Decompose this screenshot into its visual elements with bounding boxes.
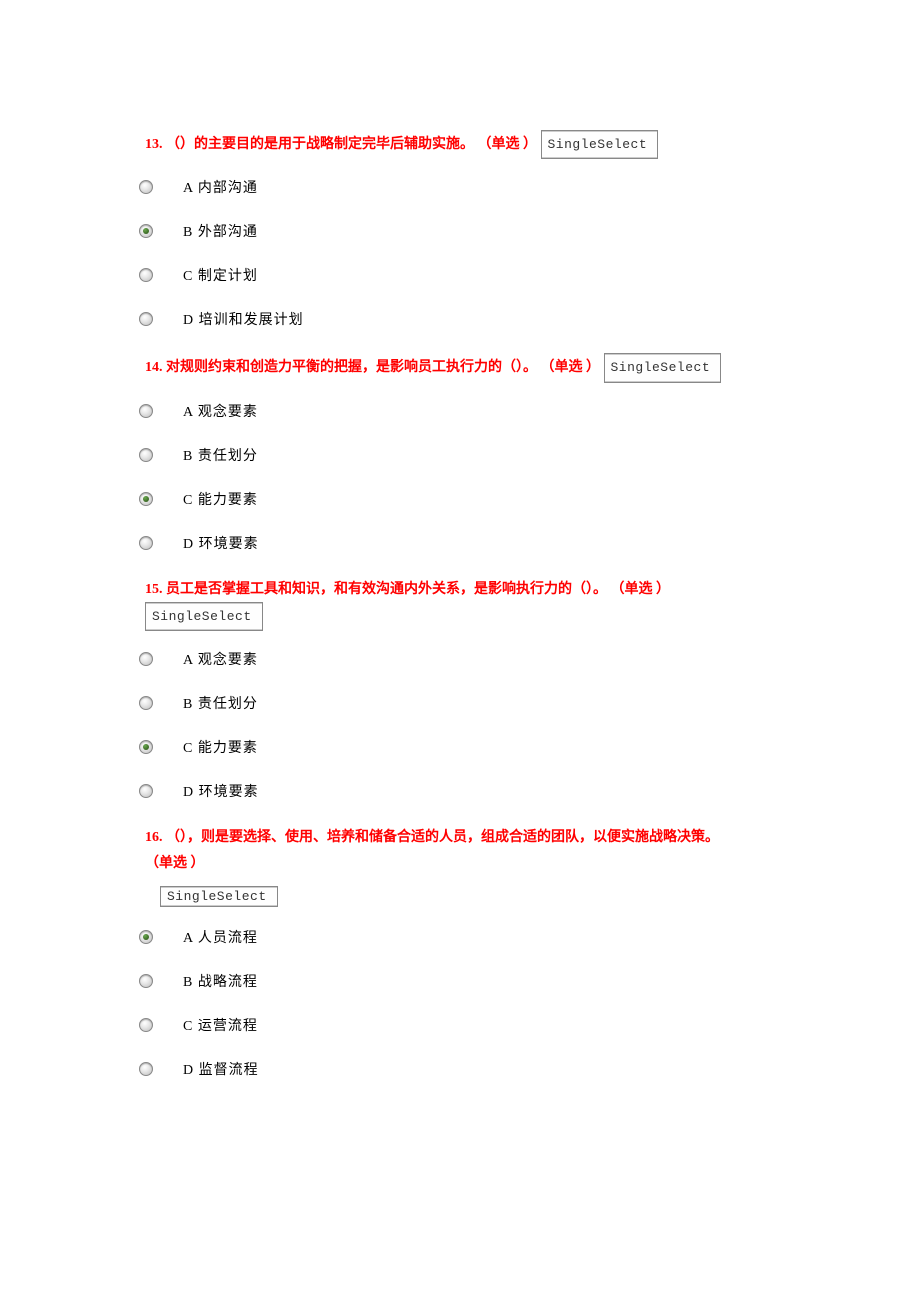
- option-row[interactable]: A 人员流程: [139, 927, 775, 947]
- option-row[interactable]: B 外部沟通: [139, 221, 775, 241]
- option-row[interactable]: D 培训和发展计划: [139, 309, 775, 329]
- option-row[interactable]: A 观念要素: [139, 401, 775, 421]
- option-row[interactable]: D 环境要素: [139, 533, 775, 553]
- question-text: 员工是否掌握工具和知识，和有效沟通内外关系，是影响执行力的（）。: [166, 582, 607, 597]
- question-13: 13. （）的主要目的是用于战略制定完毕后辅助实施。 （单选 ） SingleS…: [145, 130, 775, 329]
- radio-icon[interactable]: [139, 740, 153, 754]
- option-row[interactable]: C 制定计划: [139, 265, 775, 285]
- option-label: A 人员流程: [183, 927, 258, 947]
- question-number: 13.: [145, 137, 163, 152]
- option-label: C 能力要素: [183, 737, 258, 757]
- option-row[interactable]: B 责任划分: [139, 693, 775, 713]
- single-select-tag: SingleSelect: [145, 602, 263, 631]
- option-label: B 战略流程: [183, 971, 258, 991]
- option-label: B 责任划分: [183, 445, 258, 465]
- radio-icon[interactable]: [139, 930, 153, 944]
- option-label: D 环境要素: [183, 533, 259, 553]
- single-select-tag: SingleSelect: [541, 130, 659, 159]
- question-number: 15.: [145, 582, 163, 597]
- option-row[interactable]: A 内部沟通: [139, 177, 775, 197]
- radio-icon[interactable]: [139, 404, 153, 418]
- option-label: C 运营流程: [183, 1015, 258, 1035]
- option-row[interactable]: D 监督流程: [139, 1059, 775, 1079]
- question-text: 对规则约束和创造力平衡的把握，是影响员工执行力的（）。: [166, 360, 537, 375]
- radio-icon[interactable]: [139, 312, 153, 326]
- question-type-label: （单选 ）: [611, 582, 671, 597]
- radio-icon[interactable]: [139, 492, 153, 506]
- option-row[interactable]: B 责任划分: [139, 445, 775, 465]
- radio-icon[interactable]: [139, 974, 153, 988]
- question-type-label: （单选 ）: [541, 360, 601, 375]
- option-row[interactable]: A 观念要素: [139, 649, 775, 669]
- question-number: 14.: [145, 360, 163, 375]
- question-line: 14. 对规则约束和创造力平衡的把握，是影响员工执行力的（）。 （单选 ） Si…: [145, 353, 775, 382]
- radio-icon[interactable]: [139, 268, 153, 282]
- option-label: C 能力要素: [183, 489, 258, 509]
- single-select-tag: SingleSelect: [604, 353, 722, 382]
- radio-icon[interactable]: [139, 784, 153, 798]
- tag-wrap: SingleSelect: [145, 882, 775, 907]
- radio-icon[interactable]: [139, 180, 153, 194]
- radio-icon[interactable]: [139, 224, 153, 238]
- question-14: 14. 对规则约束和创造力平衡的把握，是影响员工执行力的（）。 （单选 ） Si…: [145, 353, 775, 552]
- question-16: 16. （），则是要选择、使用、培养和储备合适的人员，组成合适的团队，以便实施战…: [145, 825, 775, 1078]
- question-line: 15. 员工是否掌握工具和知识，和有效沟通内外关系，是影响执行力的（）。 （单选…: [145, 577, 775, 632]
- question-line: 13. （）的主要目的是用于战略制定完毕后辅助实施。 （单选 ） SingleS…: [145, 130, 775, 159]
- question-number: 16.: [145, 830, 163, 845]
- option-label: D 环境要素: [183, 781, 259, 801]
- option-row[interactable]: C 运营流程: [139, 1015, 775, 1035]
- radio-icon[interactable]: [139, 536, 153, 550]
- option-label: B 责任划分: [183, 693, 258, 713]
- single-select-tag: SingleSelect: [160, 886, 278, 907]
- option-label: D 培训和发展计划: [183, 309, 304, 329]
- question-type-label: （单选 ）: [478, 137, 538, 152]
- radio-icon[interactable]: [139, 696, 153, 710]
- option-label: A 观念要素: [183, 401, 258, 421]
- question-line: 16. （），则是要选择、使用、培养和储备合适的人员，组成合适的团队，以便实施战…: [145, 825, 775, 875]
- option-row[interactable]: C 能力要素: [139, 489, 775, 509]
- option-label: A 观念要素: [183, 649, 258, 669]
- radio-icon[interactable]: [139, 652, 153, 666]
- question-text: （），则是要选择、使用、培养和储备合适的人员，组成合适的团队，以便实施战略决策。: [166, 830, 719, 845]
- option-label: A 内部沟通: [183, 177, 258, 197]
- option-row[interactable]: B 战略流程: [139, 971, 775, 991]
- option-label: B 外部沟通: [183, 221, 258, 241]
- option-label: C 制定计划: [183, 265, 258, 285]
- radio-icon[interactable]: [139, 448, 153, 462]
- question-15: 15. 员工是否掌握工具和知识，和有效沟通内外关系，是影响执行力的（）。 （单选…: [145, 577, 775, 802]
- question-type-label: （单选 ）: [145, 856, 205, 871]
- radio-icon[interactable]: [139, 1018, 153, 1032]
- option-row[interactable]: C 能力要素: [139, 737, 775, 757]
- radio-icon[interactable]: [139, 1062, 153, 1076]
- option-row[interactable]: D 环境要素: [139, 781, 775, 801]
- option-label: D 监督流程: [183, 1059, 259, 1079]
- question-text: （）的主要目的是用于战略制定完毕后辅助实施。: [166, 137, 474, 152]
